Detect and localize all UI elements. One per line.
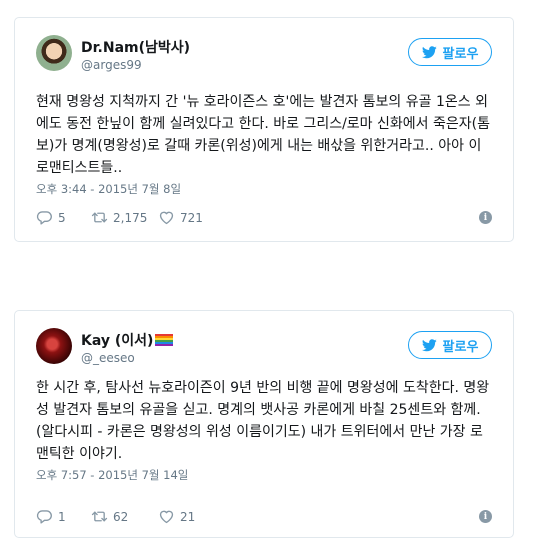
- twitter-bird-icon: [421, 45, 437, 58]
- tweet-card: Dr.Nam(남박사) @arges99 팔로우 현재 명왕성 지척까지 간 '…: [14, 17, 514, 242]
- display-name-text: Kay (이서): [81, 333, 154, 349]
- avatar[interactable]: [36, 35, 72, 71]
- display-name[interactable]: Kay (이서): [81, 330, 174, 350]
- follow-button[interactable]: 팔로우: [408, 38, 492, 66]
- retweet-button[interactable]: 2,175: [91, 209, 147, 226]
- info-icon[interactable]: i: [479, 510, 492, 523]
- reply-button[interactable]: 1: [36, 508, 66, 525]
- timestamp[interactable]: 오후 3:44 - 2015년 7월 8일: [36, 181, 181, 197]
- follow-label: 팔로우: [442, 46, 479, 62]
- heart-icon: [159, 211, 174, 225]
- reply-icon: [36, 510, 52, 524]
- retweet-icon: [91, 212, 108, 223]
- user-handle[interactable]: @arges99: [81, 58, 142, 72]
- twitter-bird-icon: [421, 338, 437, 351]
- tweet-text: 현재 명왕성 지척까지 간 '뉴 호라이즌스 호'에는 발견자 톰보의 유골 1…: [36, 94, 490, 176]
- timestamp[interactable]: 오후 7:57 - 2015년 7월 14일: [36, 467, 188, 483]
- reply-count: 1: [58, 509, 66, 524]
- reply-count: 5: [58, 210, 66, 225]
- retweet-button[interactable]: 62: [91, 508, 128, 525]
- retweet-count: 62: [113, 509, 129, 524]
- heart-icon: [159, 510, 174, 524]
- action-bar: 1 62 21 i: [36, 508, 492, 528]
- like-count: 721: [180, 210, 203, 225]
- like-button[interactable]: 721: [158, 209, 203, 226]
- tweet-card: Kay (이서) @_eeseo 팔로우 한 시간 후, 탐사선 뉴호라이즌이 …: [14, 310, 514, 538]
- retweet-count: 2,175: [113, 210, 148, 225]
- retweet-icon: [91, 511, 108, 522]
- avatar[interactable]: [36, 328, 72, 364]
- rainbow-flag-icon: [155, 334, 174, 346]
- reply-icon: [36, 211, 52, 225]
- user-handle[interactable]: @_eeseo: [81, 351, 135, 365]
- display-name[interactable]: Dr.Nam(남박사): [81, 37, 190, 57]
- tweet-text: 한 시간 후, 탐사선 뉴호라이즌이 9년 반의 비행 끝에 명왕성에 도착한다…: [36, 380, 490, 462]
- like-count: 21: [180, 509, 196, 524]
- follow-label: 팔로우: [442, 339, 479, 355]
- reply-button[interactable]: 5: [36, 209, 66, 226]
- info-icon[interactable]: i: [479, 211, 492, 224]
- action-bar: 5 2,175 721 i: [36, 209, 492, 229]
- follow-button[interactable]: 팔로우: [408, 331, 492, 359]
- like-button[interactable]: 21: [158, 508, 195, 525]
